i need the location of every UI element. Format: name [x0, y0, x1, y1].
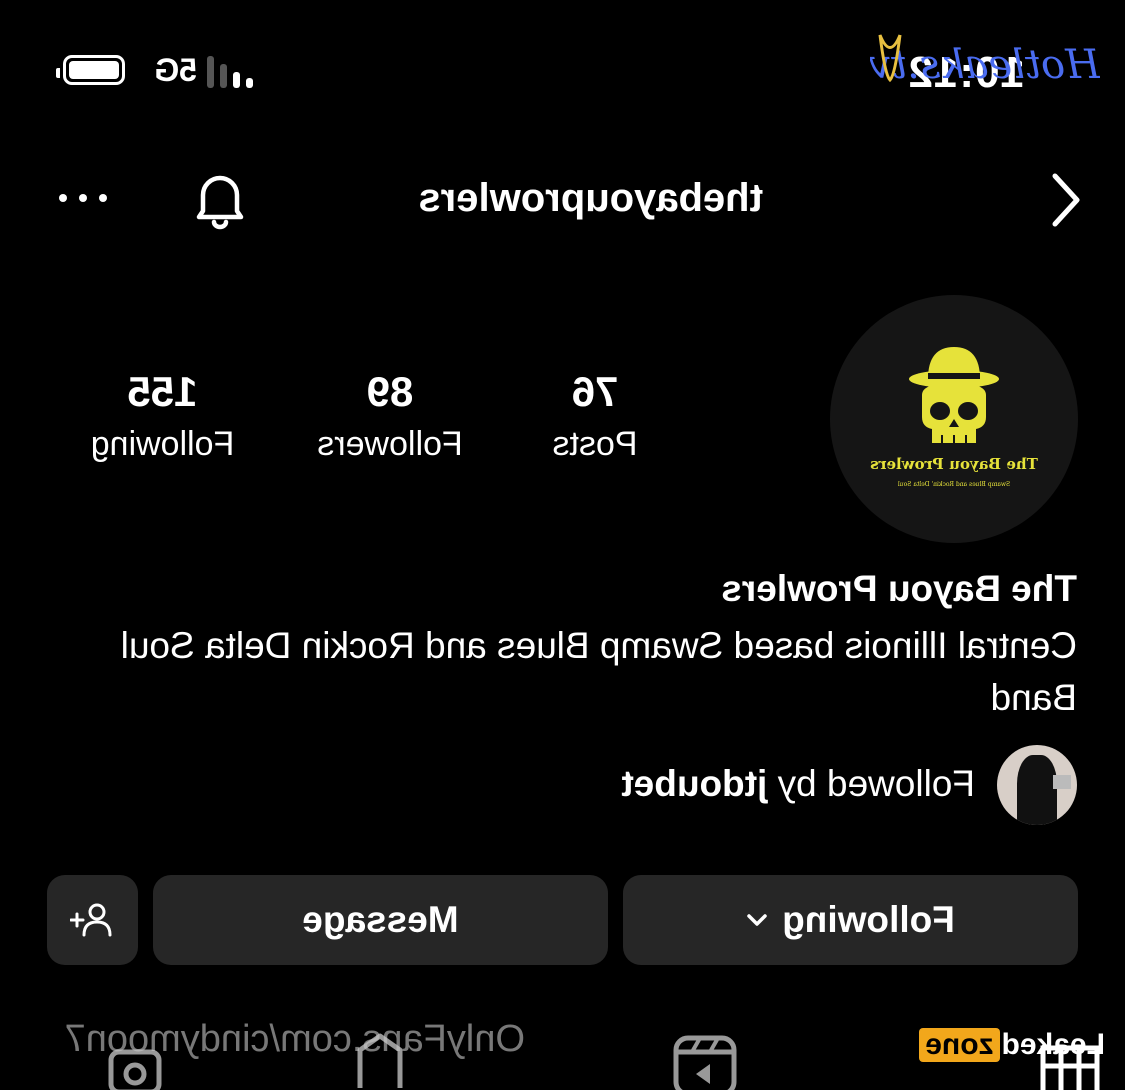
mutual-follower-avatar[interactable]	[997, 745, 1077, 825]
battery-icon	[56, 55, 125, 85]
profile-username: thebayouprowlers	[418, 176, 763, 220]
message-button-label: Message	[302, 899, 459, 940]
bio-text: Central Illinois based Swamp Blues and R…	[120, 625, 1077, 718]
followers-label: Followers	[317, 425, 463, 463]
hotleaks-watermark: Hotleaks.tv	[870, 34, 1100, 88]
leakedzone-watermark: Leaked zone	[919, 1028, 1105, 1062]
followers-stat[interactable]: 89 Followers	[300, 368, 480, 468]
reels-icon[interactable]	[670, 1030, 740, 1090]
posts-label: Posts	[552, 425, 638, 463]
suggest-users-button[interactable]	[47, 875, 138, 965]
avatar-band-name: The Bayou Prowlers	[870, 455, 1038, 473]
leakedzone-watermark-a: Leaked	[1001, 1028, 1105, 1061]
following-label: Following	[90, 425, 235, 463]
add-user-icon	[70, 903, 112, 937]
more-dots-icon[interactable]	[53, 188, 113, 208]
chevron-down-icon	[747, 914, 767, 926]
following-count: 155	[127, 368, 198, 415]
display-name: The Bayou Prowlers	[721, 568, 1077, 609]
profile-avatar[interactable]: The Bayou Prowlers Swamp Blues and Rocki…	[830, 295, 1078, 543]
followed-by-username: jtdoubet	[621, 763, 768, 804]
skull-hat-logo-icon	[909, 347, 999, 443]
followed-by-prefix: Followed by	[767, 763, 975, 804]
posts-stat[interactable]: 76 Posts	[515, 368, 675, 468]
message-button[interactable]: Message	[153, 875, 608, 965]
avatar-tagline: Swamp Blues and Rockin' Delta Soul	[897, 481, 1011, 488]
hotleaks-watermark-text: Hotleaks.tv	[870, 42, 1100, 88]
posts-count: 76	[571, 368, 619, 415]
signal-strength-icon	[207, 56, 253, 88]
following-button-label: Following	[782, 899, 955, 940]
followed-by-text[interactable]: Followed by jtdoubet	[621, 763, 975, 805]
following-stat[interactable]: 155 Following	[70, 368, 255, 468]
bell-icon[interactable]	[185, 165, 255, 235]
network-type: 5G	[154, 52, 197, 88]
onlyfans-watermark: OnlyFans.com/cindymoon7	[64, 1018, 525, 1060]
leakedzone-watermark-b: zone	[919, 1028, 1000, 1062]
following-button[interactable]: Following	[623, 875, 1078, 965]
followers-count: 89	[366, 368, 414, 415]
back-chevron-icon[interactable]	[1045, 170, 1085, 230]
